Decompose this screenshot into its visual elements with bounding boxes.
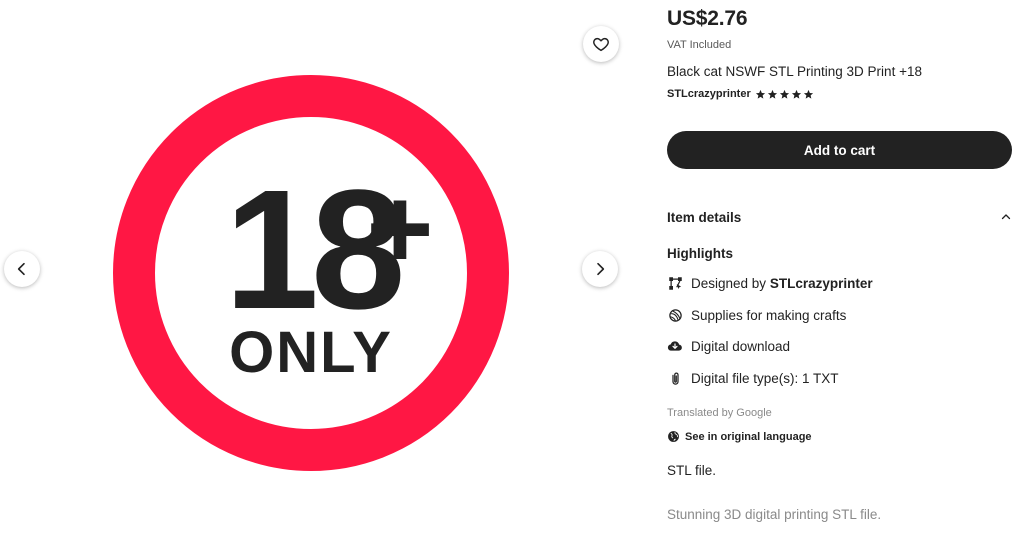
digital-download-text: Digital download (691, 338, 791, 354)
image-gallery: 18 + ONLY (0, 0, 640, 535)
designer-name-link[interactable]: STLcrazyprinter (770, 276, 873, 291)
heart-icon (593, 37, 609, 52)
highlight-supplies: Supplies for making crafts (667, 307, 846, 323)
previous-image-button[interactable] (4, 251, 40, 287)
next-image-button[interactable] (582, 251, 618, 287)
star-icon (755, 89, 765, 99)
shop-info: STLcrazyprinter (667, 88, 814, 100)
chevron-up-icon (1001, 214, 1011, 220)
star-icon (779, 89, 789, 99)
supplies-text: Supplies for making crafts (691, 307, 847, 323)
favorite-button[interactable] (583, 26, 619, 62)
designer-icon (667, 275, 683, 291)
see-original-language-link[interactable]: See in original language (667, 430, 812, 443)
translated-by-note: Translated by Google (667, 407, 772, 419)
star-icon (803, 89, 813, 99)
designed-by-prefix: Designed by (691, 275, 767, 291)
chevron-left-icon (17, 262, 25, 276)
rating-stars[interactable] (755, 89, 814, 100)
globe-icon (668, 431, 679, 442)
file-types-text: Digital file type(s): 1 TXT (691, 370, 839, 386)
item-details-title: Item details (667, 209, 742, 225)
badge-plus: + (366, 165, 433, 293)
listing-info-panel: US$2.76 VAT Included Black cat NSWF STL … (667, 0, 1012, 535)
star-icon (767, 89, 777, 99)
shop-name-link[interactable]: STLcrazyprinter (667, 88, 751, 100)
item-details-toggle[interactable]: Item details (667, 208, 1012, 226)
yarn-ball-icon (667, 307, 683, 323)
description-line-1: STL file. (667, 463, 717, 478)
highlight-designed-by: Designed by STLcrazyprinter (667, 275, 873, 291)
star-icon (791, 89, 801, 99)
listing-title: Black cat NSWF STL Printing 3D Print +18 (667, 64, 922, 79)
cloud-download-icon (667, 338, 683, 354)
see-original-language-text: See in original language (685, 430, 812, 443)
add-to-cart-button[interactable]: Add to cart (667, 131, 1012, 169)
highlights-title: Highlights (667, 246, 733, 261)
product-image[interactable]: 18 + ONLY (108, 70, 514, 476)
vat-note: VAT Included (667, 39, 732, 51)
price: US$2.76 (667, 7, 748, 30)
chevron-right-icon (597, 262, 605, 276)
paperclip-icon (667, 370, 683, 386)
badge-word: ONLY (229, 320, 393, 385)
description-line-2: Stunning 3D digital printing STL file. (667, 507, 882, 522)
highlight-digital-download: Digital download (667, 338, 790, 354)
highlight-file-types: Digital file type(s): 1 TXT (667, 370, 839, 386)
